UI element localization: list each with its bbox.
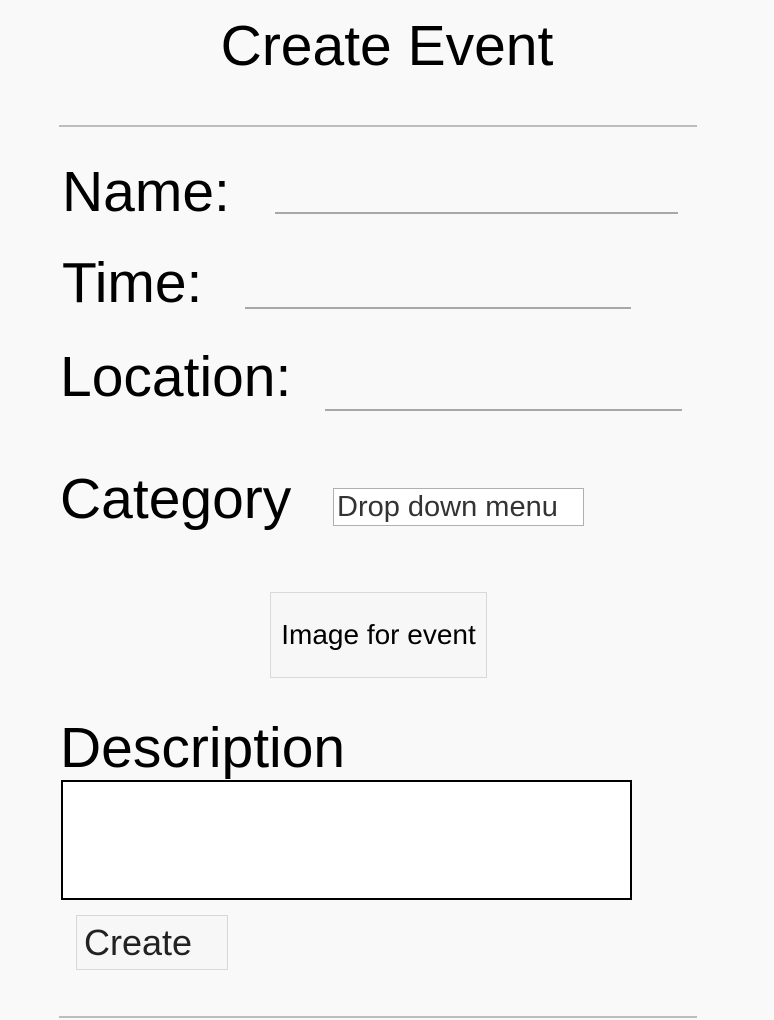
top-divider: [59, 125, 697, 127]
location-label: Location:: [60, 345, 292, 409]
create-button[interactable]: Create: [76, 915, 228, 970]
category-dropdown[interactable]: Drop down menu: [333, 488, 584, 526]
time-field[interactable]: [245, 265, 631, 309]
location-field[interactable]: [325, 367, 682, 411]
create-event-screen: Create Event Name: Time: Location: Categ…: [0, 0, 774, 1020]
bottom-divider: [59, 1016, 697, 1018]
time-label: Time:: [62, 251, 203, 315]
category-label: Category: [60, 467, 292, 531]
name-field[interactable]: [275, 170, 678, 214]
time-field-underline: [245, 307, 631, 309]
page-title: Create Event: [220, 14, 554, 78]
name-field-underline: [275, 212, 678, 214]
name-label: Name:: [62, 160, 230, 224]
description-input[interactable]: [61, 780, 632, 900]
description-label: Description: [60, 716, 346, 780]
location-field-underline: [325, 409, 682, 411]
event-image-button[interactable]: Image for event: [270, 592, 487, 678]
